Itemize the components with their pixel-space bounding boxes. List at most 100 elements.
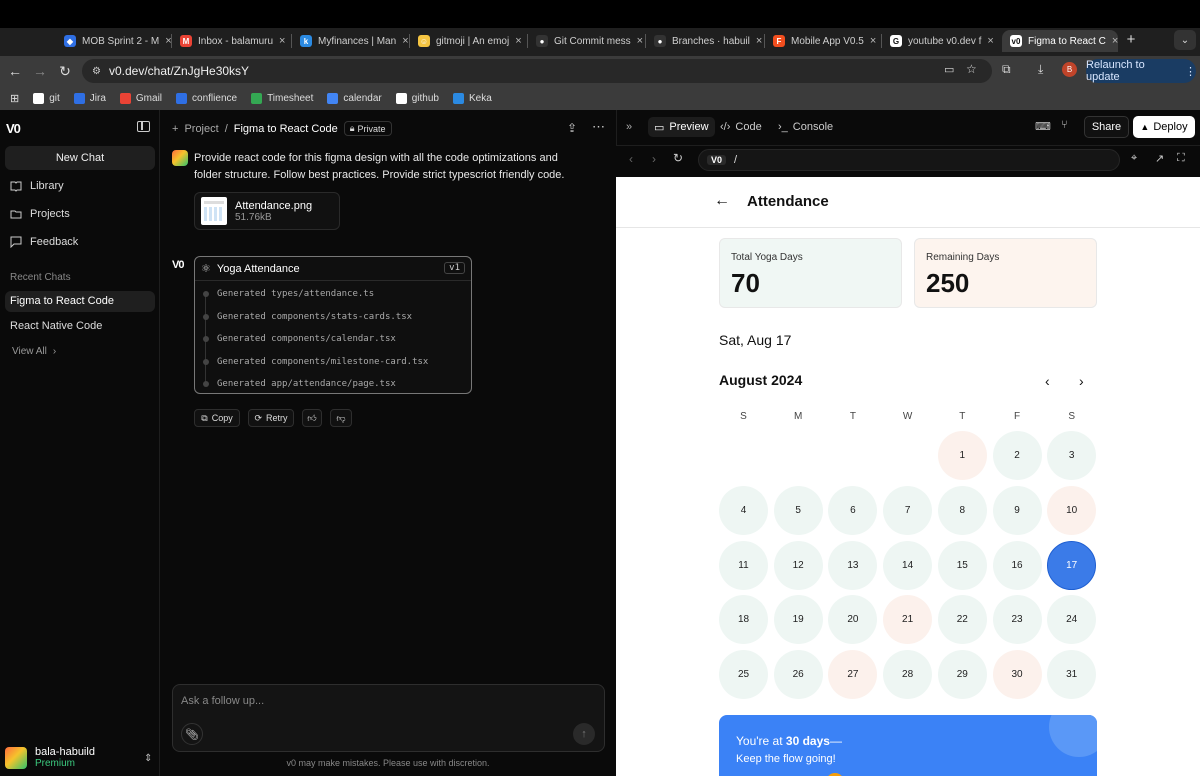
deploy-button[interactable]: ▲ Deploy (1133, 116, 1195, 138)
prev-month-icon[interactable]: ‹ (1045, 373, 1050, 389)
generation-card[interactable]: ⚛ Yoga Attendance v1 Generated types/att… (194, 256, 472, 394)
calendar-day[interactable]: 2 (992, 431, 1042, 480)
generated-file-step[interactable]: Generated components/calendar.tsx (203, 334, 396, 344)
calendar-day[interactable]: 15 (937, 540, 987, 590)
more-horizontal-icon[interactable]: ⋯ (592, 119, 605, 135)
paperclip-icon[interactable]: 📎︎ (181, 723, 203, 745)
calendar-day[interactable]: 9 (992, 485, 1042, 535)
browser-tab[interactable]: Gyoutube v0.dev f × (882, 30, 998, 52)
calendar-day[interactable]: 23 (992, 595, 1042, 645)
calendar-day[interactable]: 1 (937, 431, 987, 480)
new-chat-button[interactable]: New Chat (5, 146, 155, 170)
generated-file-step[interactable]: Generated components/stats-cards.tsx (203, 312, 412, 322)
version-badge[interactable]: v1 (444, 262, 465, 274)
forward-button[interactable]: → (30, 61, 50, 81)
browser-tab[interactable]: ☺ gitmoji | An emoj × (410, 30, 526, 52)
calendar-day[interactable]: 26 (773, 650, 823, 700)
thumbs-down-button[interactable]: 👎︎ (330, 409, 352, 427)
calendar-day[interactable]: 20 (828, 595, 878, 645)
sidebar-item-feedback[interactable]: Feedback (10, 236, 78, 248)
tab-search-button[interactable]: ⌄ (1174, 30, 1196, 50)
extensions-icon[interactable]: ⧉ (1002, 62, 1011, 77)
calendar-day[interactable]: 25 (719, 650, 768, 700)
arrow-left-icon[interactable]: ← (714, 192, 730, 210)
next-month-icon[interactable]: › (1079, 373, 1084, 389)
browser-tab[interactable]: ● Branches · habuil × (646, 30, 762, 52)
close-tab-icon[interactable]: × (402, 35, 408, 47)
chat-title[interactable]: Figma to React Code (234, 123, 338, 135)
calendar-day[interactable]: 8 (937, 485, 987, 535)
close-tab-icon[interactable]: × (637, 35, 643, 47)
follow-up-input[interactable]: Ask a follow up... 📎︎ ↑ (172, 684, 605, 752)
browser-tab[interactable]: ◆ MOB Sprint 2 - M × (56, 30, 172, 52)
bookmark-item[interactable]: Jira (73, 92, 106, 104)
tab-preview[interactable]: ▭ Preview (648, 117, 715, 137)
share-icon[interactable]: ⇪ (567, 121, 577, 135)
close-tab-icon[interactable]: × (756, 35, 762, 47)
reload-button[interactable]: ↻ (55, 61, 75, 81)
recent-chat-item-active[interactable]: Figma to React Code (5, 291, 155, 312)
bookmark-item[interactable]: git (33, 92, 60, 104)
apps-grid-icon[interactable]: ⊞ (10, 92, 19, 105)
calendar-day[interactable]: 10 (1047, 485, 1097, 535)
open-external-icon[interactable]: ↗ (1155, 152, 1164, 165)
bookmark-item[interactable]: conflience (176, 92, 237, 104)
git-branch-icon[interactable]: ⑂ (1061, 119, 1068, 131)
sidebar-item-library[interactable]: Library (10, 180, 64, 192)
close-tab-icon[interactable]: × (870, 35, 876, 47)
bookmark-item[interactable]: Timesheet (251, 92, 313, 104)
calendar-day[interactable]: 14 (883, 540, 933, 590)
tab-console[interactable]: ›_ Console (778, 119, 833, 135)
generated-file-step[interactable]: Generated components/milestone-card.tsx (203, 357, 428, 367)
calendar-day-today[interactable]: 17 (1047, 540, 1097, 590)
browser-tab[interactable]: F Mobile App V0.5 × (765, 30, 881, 52)
calendar-day[interactable]: 19 (773, 595, 823, 645)
chevron-updown-icon[interactable]: ⇕ (144, 753, 152, 764)
site-info-icon[interactable]: ⚙ (92, 66, 101, 77)
user-menu[interactable]: bala-habuild Premium (5, 746, 95, 769)
tab-code[interactable]: ‹/› Code (720, 119, 762, 135)
browser-tab[interactable]: M Inbox - balamuru × (172, 30, 288, 52)
calendar-day[interactable]: 30 (992, 650, 1042, 700)
privacy-badge[interactable]: 🔒︎ Private (343, 121, 392, 136)
generated-file-step[interactable]: Generated types/attendance.ts (203, 289, 374, 299)
thumbs-up-button[interactable]: 👍︎ (302, 409, 322, 427)
v0-logo[interactable]: V0 (6, 121, 21, 136)
bookmark-item[interactable]: calendar (327, 92, 382, 104)
preview-url-input[interactable]: V0 / (698, 149, 1120, 171)
profile-avatar[interactable]: B (1062, 62, 1077, 77)
bookmark-item[interactable]: Gmail (119, 92, 162, 104)
calendar-day[interactable]: 12 (773, 540, 823, 590)
close-tab-icon[interactable]: × (515, 35, 521, 47)
calendar-day[interactable]: 16 (992, 540, 1042, 590)
calendar-day[interactable]: 6 (828, 485, 878, 535)
calendar-day[interactable]: 5 (773, 485, 823, 535)
preview-back-icon[interactable]: ‹ (629, 152, 633, 166)
browser-tab[interactable]: ● Git Commit mess × (528, 30, 644, 52)
browser-tab[interactable]: v0 Figma to React C × (1002, 30, 1118, 52)
attachment[interactable]: Attendance.png 51.76kB (194, 192, 340, 230)
close-tab-icon[interactable]: × (987, 35, 993, 47)
calendar-day[interactable]: 22 (937, 595, 987, 645)
send-arrow-icon[interactable]: ↑ (573, 723, 595, 745)
fullscreen-icon[interactable]: ⛶ (1177, 152, 1185, 165)
calendar-day[interactable]: 13 (828, 540, 878, 590)
close-tab-icon[interactable]: × (279, 35, 285, 47)
generated-file-step[interactable]: Generated app/attendance/page.tsx (203, 379, 396, 389)
retry-button[interactable]: ⟳ Retry (248, 409, 294, 427)
calendar-day[interactable]: 21 (883, 595, 933, 645)
calendar-day[interactable]: 18 (719, 595, 768, 645)
copy-button[interactable]: ⧉ Copy (194, 409, 240, 427)
view-all-link[interactable]: View All › (12, 346, 56, 357)
install-app-icon[interactable]: ▭ (944, 63, 954, 76)
share-button[interactable]: Share (1084, 116, 1129, 138)
recent-chat-item[interactable]: React Native Code (10, 320, 102, 332)
download-icon[interactable]: ⤓ (1038, 62, 1043, 77)
sidebar-item-projects[interactable]: Projects (10, 208, 70, 220)
calendar-day[interactable]: 4 (719, 485, 768, 535)
calendar-day[interactable]: 11 (719, 540, 768, 590)
preview-reload-icon[interactable]: ↻ (673, 151, 683, 165)
terminal-icon[interactable]: ⌨ (1035, 120, 1051, 133)
new-tab-button[interactable]: + (1122, 31, 1140, 49)
calendar-day[interactable]: 27 (828, 650, 878, 700)
